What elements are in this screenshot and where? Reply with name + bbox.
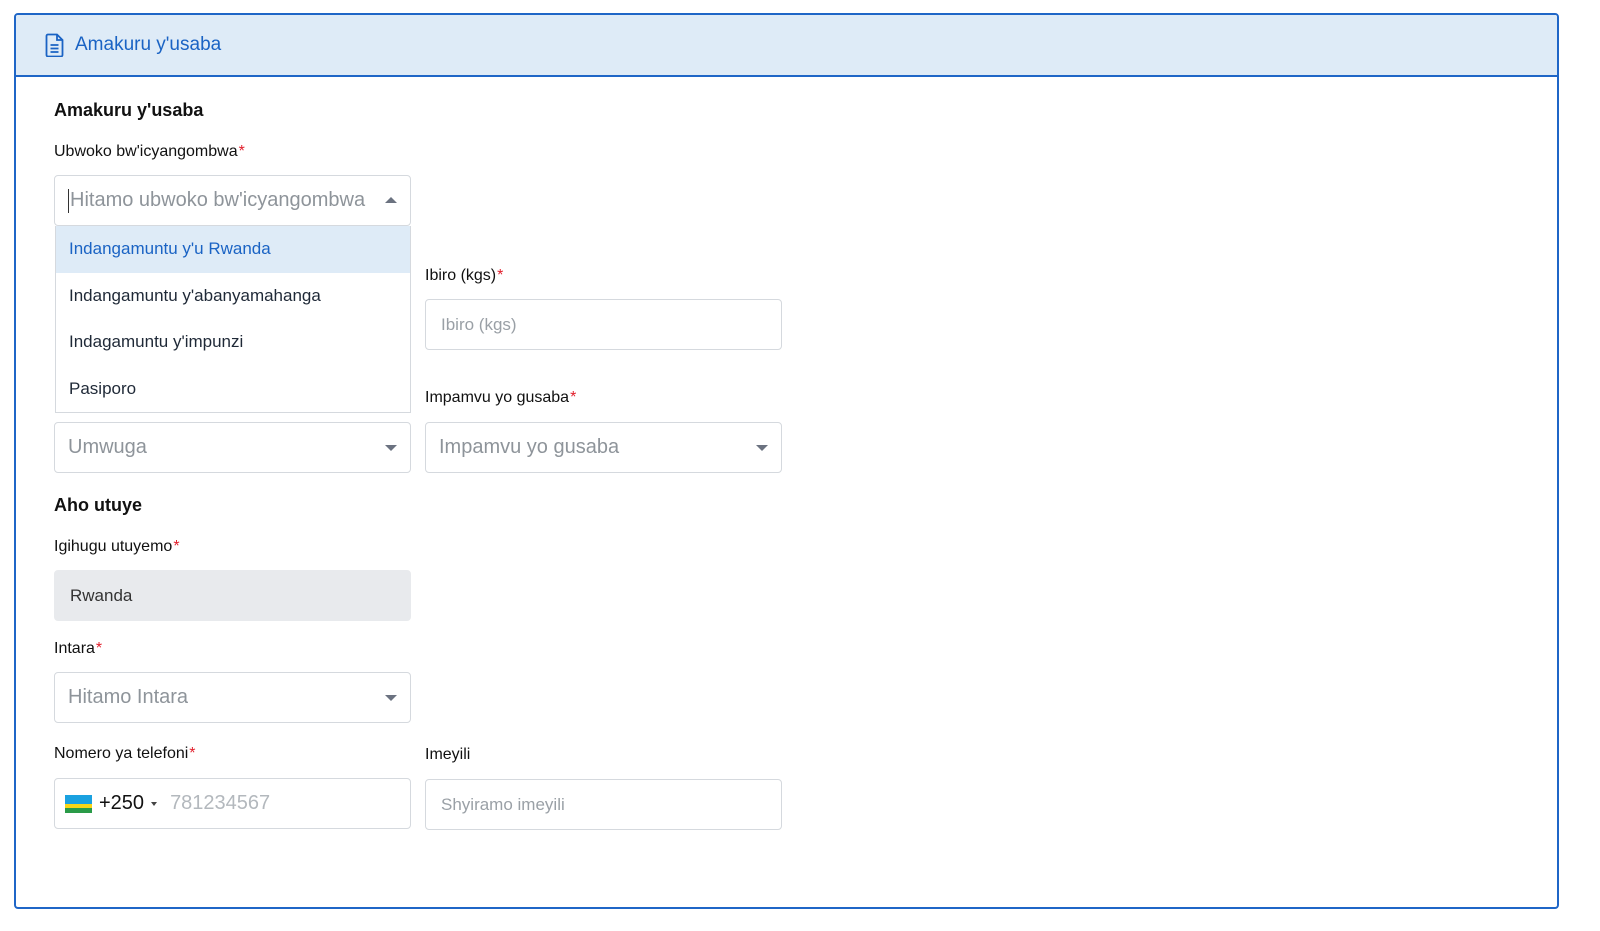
country-value: Rwanda xyxy=(70,585,133,605)
email-placeholder: Shyiramo imeyili xyxy=(441,794,565,814)
section-title-residence: Aho utuye xyxy=(54,495,142,515)
card-header: Amakuru y'usaba xyxy=(16,15,1557,77)
country-label: Igihugu utuyemo* xyxy=(54,538,180,555)
dropdown-option[interactable]: Indangamuntu y'u Rwanda xyxy=(56,226,410,273)
id-type-placeholder: Hitamo ubwoko bw'icyangombwa xyxy=(70,189,366,211)
section-title-applicant: Amakuru y'usaba xyxy=(54,100,204,120)
rwanda-flag-icon[interactable] xyxy=(65,794,92,813)
reason-placeholder: Impamvu yo gusaba xyxy=(439,436,620,458)
chevron-down-icon[interactable] xyxy=(756,445,768,451)
card-title: Amakuru y'usaba xyxy=(75,34,222,55)
text-cursor xyxy=(68,188,69,213)
email-label: Imeyili xyxy=(425,746,471,763)
phone-placeholder: 781234567 xyxy=(170,792,271,814)
phone-label: Nomero ya telefoni* xyxy=(54,745,196,762)
province-placeholder: Hitamo Intara xyxy=(68,686,189,708)
reason-label: Impamvu yo gusaba* xyxy=(425,389,577,406)
dial-code[interactable]: +250 xyxy=(99,792,144,815)
country-field: Rwanda xyxy=(54,570,411,621)
chevron-up-icon[interactable] xyxy=(385,197,397,203)
email-input[interactable]: Shyiramo imeyili xyxy=(425,779,782,830)
weight-label: Ibiro (kgs)* xyxy=(425,267,504,284)
id-type-label: Ubwoko bw'icyangombwa* xyxy=(54,143,245,160)
dropdown-option[interactable]: Indangamuntu y'abanyamahanga xyxy=(56,273,410,320)
id-type-dropdown: Indangamuntu y'u Rwanda Indangamuntu y'a… xyxy=(55,226,411,413)
occupation-placeholder: Umwuga xyxy=(68,436,147,458)
province-select[interactable]: Hitamo Intara xyxy=(54,672,411,723)
chevron-down-icon[interactable] xyxy=(385,695,397,701)
document-icon xyxy=(44,33,66,57)
weight-input[interactable]: Ibiro (kgs) xyxy=(425,299,782,350)
occupation-select[interactable]: Umwuga xyxy=(54,422,411,473)
dropdown-option[interactable]: Pasiporo xyxy=(56,366,410,413)
applicant-info-card: Amakuru y'usaba Amakuru y'usaba Ubwoko b… xyxy=(14,13,1559,909)
dial-code-caret-icon[interactable] xyxy=(151,801,158,806)
reason-select[interactable]: Impamvu yo gusaba xyxy=(425,422,782,473)
id-type-select[interactable]: Hitamo ubwoko bw'icyangombwa xyxy=(54,175,411,226)
weight-placeholder: Ibiro (kgs) xyxy=(441,314,517,334)
chevron-down-icon[interactable] xyxy=(385,445,397,451)
phone-input[interactable]: +250 781234567 xyxy=(54,778,411,829)
dropdown-option[interactable]: Indagamuntu y'impunzi xyxy=(56,319,410,366)
province-label: Intara* xyxy=(54,640,103,657)
